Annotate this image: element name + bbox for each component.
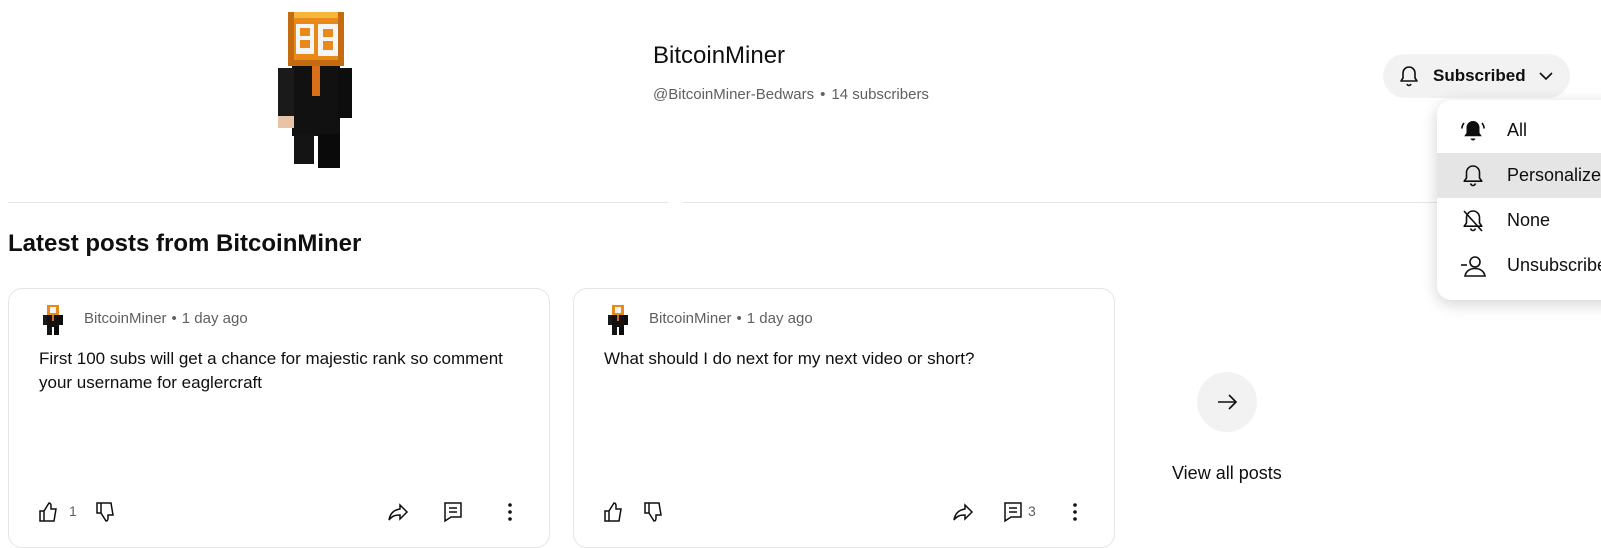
meta-separator: • (171, 310, 177, 327)
menu-item-label: All (1507, 120, 1528, 140)
post-author[interactable]: BitcoinMiner (84, 310, 167, 327)
channel-meta: @BitcoinMiner-Bedwars • 14 subscribers (653, 86, 929, 103)
subscribed-button[interactable]: Subscribed (1383, 54, 1570, 98)
channel-avatar[interactable] (270, 8, 366, 168)
post-actions: 1 (9, 501, 549, 531)
like-icon[interactable] (602, 501, 624, 523)
menu-item-all[interactable]: All (1437, 108, 1601, 153)
menu-item-label: None (1507, 210, 1551, 230)
post-author[interactable]: BitcoinMiner (649, 310, 732, 327)
header-divider-right (683, 202, 1463, 203)
dislike-icon[interactable] (642, 501, 664, 523)
more-vertical-icon[interactable] (499, 501, 521, 523)
meta-separator: • (736, 310, 742, 327)
post-actions: 3 (574, 501, 1114, 531)
notification-menu: All Personalized None Unsubscribe (1437, 100, 1601, 300)
menu-item-label: Personalized (1507, 165, 1601, 185)
post-meta: BitcoinMiner • 1 day ago (84, 310, 248, 327)
menu-item-personalized[interactable]: Personalized (1437, 153, 1601, 198)
comment-count: 3 (1028, 503, 1036, 519)
post-text: First 100 subs will get a chance for maj… (39, 349, 503, 392)
post-time[interactable]: 1 day ago (182, 310, 248, 327)
bell-off-icon (1463, 209, 1483, 232)
author-avatar[interactable] (606, 305, 630, 335)
subscribed-label: Subscribed (1433, 66, 1526, 85)
bell-filled-icon (1461, 120, 1485, 140)
share-icon[interactable] (387, 501, 409, 523)
more-vertical-icon[interactable] (1064, 501, 1086, 523)
bell-icon (1400, 66, 1418, 87)
chevron-down-icon (1539, 72, 1553, 81)
channel-name[interactable]: BitcoinMiner (653, 42, 785, 70)
menu-item-label: Unsubscribe (1507, 255, 1601, 275)
post-time[interactable]: 1 day ago (747, 310, 813, 327)
menu-item-unsubscribe[interactable]: Unsubscribe (1437, 243, 1601, 288)
menu-item-none[interactable]: None (1437, 198, 1601, 243)
share-icon[interactable] (952, 501, 974, 523)
view-all-posts-button[interactable] (1197, 372, 1257, 432)
channel-handle[interactable]: @BitcoinMiner-Bedwars (653, 86, 814, 103)
post-meta: BitcoinMiner • 1 day ago (649, 310, 813, 327)
post-text: What should I do next for my next video … (604, 349, 975, 368)
meta-separator: • (820, 86, 826, 103)
comment-icon[interactable] (1002, 501, 1024, 523)
view-all-posts-label[interactable]: View all posts (1172, 463, 1282, 484)
like-count: 1 (69, 503, 77, 519)
bell-icon (1463, 164, 1483, 186)
comment-icon[interactable] (442, 501, 464, 523)
header-divider-left (8, 202, 668, 203)
dislike-icon[interactable] (94, 501, 116, 523)
post-card[interactable]: BitcoinMiner • 1 day ago First 100 subs wi… (8, 288, 550, 548)
like-icon[interactable] (37, 501, 59, 523)
arrow-right-icon (1218, 394, 1238, 410)
post-card[interactable]: BitcoinMiner • 1 day ago What should I do … (573, 288, 1115, 548)
person-minus-icon (1461, 255, 1486, 277)
author-avatar[interactable] (41, 305, 65, 335)
subscriber-count: 14 subscribers (831, 86, 929, 103)
section-title: Latest posts from BitcoinMiner (8, 230, 362, 257)
